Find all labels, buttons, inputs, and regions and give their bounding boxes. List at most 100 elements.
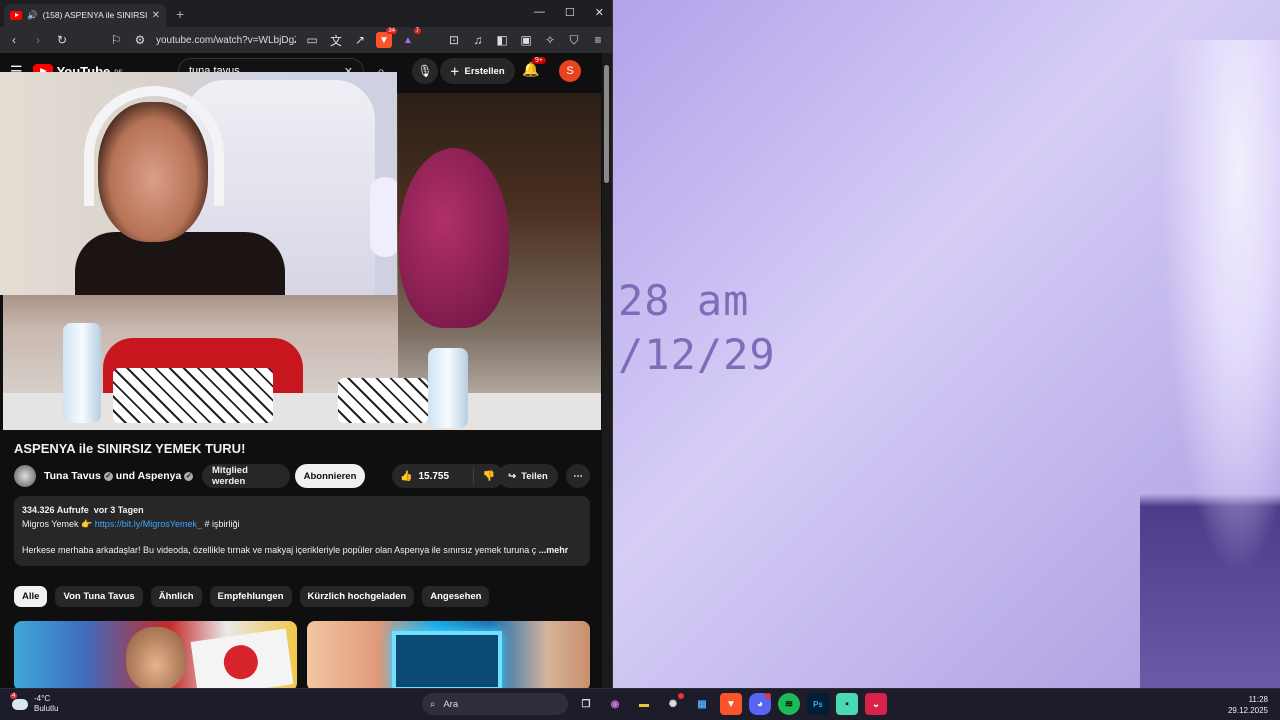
chip-watched[interactable]: Angesehen [422,586,490,607]
subscribe-button[interactable]: Abonnieren [295,464,365,488]
copilot-icon[interactable]: ◉ [604,693,626,715]
brave-shields-icon[interactable]: ▼ 34 [376,28,397,48]
share-page-icon[interactable]: ↗ [352,33,368,47]
share-button[interactable]: ↪ Teilen [498,464,558,488]
like-count: 15.755 [418,470,450,482]
weather-widget[interactable]: 4 -4°C Bulutlu [10,692,58,714]
task-view-icon[interactable]: ❐ [575,693,597,715]
related-video-thumbnail[interactable] [307,621,590,688]
tab-close-icon[interactable]: ✕ [152,10,160,21]
scrollbar-thumb[interactable] [604,65,609,183]
page-scrollbar[interactable] [602,53,612,688]
cloud-icon: 4 [10,692,28,710]
wallpaper-character [1140,40,1280,688]
youtube-favicon-icon [10,10,22,20]
video-person-pink-hair [399,148,509,328]
ai-icon[interactable]: ✧ [542,33,558,47]
description-body: Herkese merhaba arkadaşlar! Bu videoda, … [22,545,537,555]
notification-dot [678,693,684,699]
chip-similar[interactable]: Ähnlich [150,586,202,607]
chatgpt-icon[interactable]: ✺ [662,693,684,715]
video-title: ASPENYA ile SINIRSIZ YEMEK TURU! [14,441,246,456]
wallpaper-time: 28 am [618,276,750,325]
chip-recently-uploaded[interactable]: Kürzlich hochgeladen [299,586,415,607]
channel-avatar[interactable] [14,465,36,487]
spotify-icon[interactable]: ≋ [778,693,800,715]
clock-time: 11:28 [1248,695,1268,704]
taskbar-search-placeholder: Ara [443,698,459,710]
file-explorer-icon[interactable]: ▬ [633,693,655,715]
join-button[interactable]: Mitglied werden [202,464,290,488]
minimize-button[interactable]: — [534,6,545,19]
chip-from-channel[interactable]: Von Tuna Tavus [55,586,143,607]
cast-icon[interactable]: ▭ [304,33,320,47]
hashtag[interactable]: # işbirliği [204,519,239,529]
thumbnail-face [126,627,186,688]
brave-rewards-icon[interactable]: ▲ 7 [400,28,421,48]
show-more-link[interactable]: ...mehr [539,545,569,555]
sidebar-icon[interactable]: ◧ [494,33,510,47]
verified-icon: ✓ [103,471,113,481]
close-window-button[interactable]: ✕ [595,6,604,19]
webcam-person-body [75,232,285,295]
like-button[interactable]: 👍 15.755 [392,468,474,484]
verified-icon: ✓ [184,471,194,481]
taskbar: 4 -4°C Bulutlu ⌕ Ara ❐ ◉ ▬ ✺ ▦ ▼ ◕ ≋ Ps … [0,688,1280,720]
collab-channel-name[interactable]: Aspenya [138,470,182,482]
translate-icon[interactable]: 文 [328,32,344,49]
account-avatar[interactable]: S [559,60,581,82]
thumbs-up-icon: 👍 [400,470,413,482]
windows-start-icon[interactable] [393,693,415,715]
more-actions-button[interactable]: ⋯ [566,464,590,488]
browser-window: 🔊 (158) ASPENYA ile SINIRSIZ YEMEK TURU!… [0,0,613,688]
menu-icon[interactable]: ≡ [590,33,606,47]
sponsor-link[interactable]: https://bit.ly/MigrosYemek_ [95,519,202,529]
screenshot-icon[interactable]: ⊡ [446,33,462,47]
discord-icon[interactable]: ◕ [749,693,771,715]
forward-icon[interactable]: › [30,33,46,47]
video-water-bottle [428,348,468,428]
brave-browser-icon[interactable]: ▼ [720,693,742,715]
create-button[interactable]: ＋ Erstellen [440,58,515,84]
vpn-icon[interactable]: ⛉ [566,33,582,48]
chip-recommendations[interactable]: Empfehlungen [209,586,292,607]
webcam-overlay [0,72,397,295]
window-controls: — ☐ ✕ [534,6,604,19]
address-bar[interactable]: youtube.com/watch?v=WLbjDgZYY... [156,35,296,46]
related-filter-chips: Alle Von Tuna Tavus Ähnlich Empfehlungen… [14,586,490,607]
chat-app-icon[interactable]: ▪ [836,693,858,715]
photoshop-icon[interactable]: Ps [807,693,829,715]
chip-all[interactable]: Alle [14,586,48,607]
description-box[interactable]: 334.326 Aufrufe vor 3 Tagen Migros Yemek… [14,496,590,566]
video-wrap-food [113,368,273,423]
wallpaper-date: /12/29 [618,330,776,379]
clock-date: 29.12.2025 [1227,706,1268,715]
maximize-button[interactable]: ☐ [565,6,575,19]
speaker-icon[interactable]: 🔊 [27,10,38,21]
taskbar-apps: ⌕ Ara ❐ ◉ ▬ ✺ ▦ ▼ ◕ ≋ Ps ▪ ⌄ [393,693,887,715]
webcam-microphone [370,177,397,257]
share-icon: ↪ [508,470,517,482]
reload-icon[interactable]: ↻ [54,33,70,47]
new-tab-button[interactable]: + [176,6,184,22]
pocket-icon[interactable]: ⌄ [865,693,887,715]
wallet-icon[interactable]: ▣ [518,33,534,47]
back-icon[interactable]: ‹ [6,33,22,47]
notification-dot [765,693,771,699]
channel-name[interactable]: Tuna Tavus [44,470,101,482]
taskbar-search[interactable]: ⌕ Ara [422,693,568,715]
tab-bar: 🔊 (158) ASPENYA ile SINIRSIZ YEMEK TURU!… [0,0,612,27]
browser-tab[interactable]: 🔊 (158) ASPENYA ile SINIRSIZ YEMEK TURU!… [4,3,166,27]
bookmark-icon[interactable]: ⚐ [108,33,124,47]
system-clock[interactable]: 11:28 29.12.2025 [1228,694,1268,716]
related-video-thumbnail[interactable] [14,621,297,688]
music-icon[interactable]: ♫ [470,33,486,47]
weather-badge: 4 [10,692,18,699]
store-icon[interactable]: ▦ [691,693,713,715]
share-label: Teilen [521,470,548,482]
channel-names[interactable]: Tuna Tavus ✓ und Aspenya ✓ [44,470,196,482]
thumbnail-neon-box [392,631,502,688]
microphone-icon[interactable]: 🎙 [412,58,438,84]
video-wrap-food [338,378,428,423]
site-info-icon[interactable]: ⚙ [132,33,148,47]
